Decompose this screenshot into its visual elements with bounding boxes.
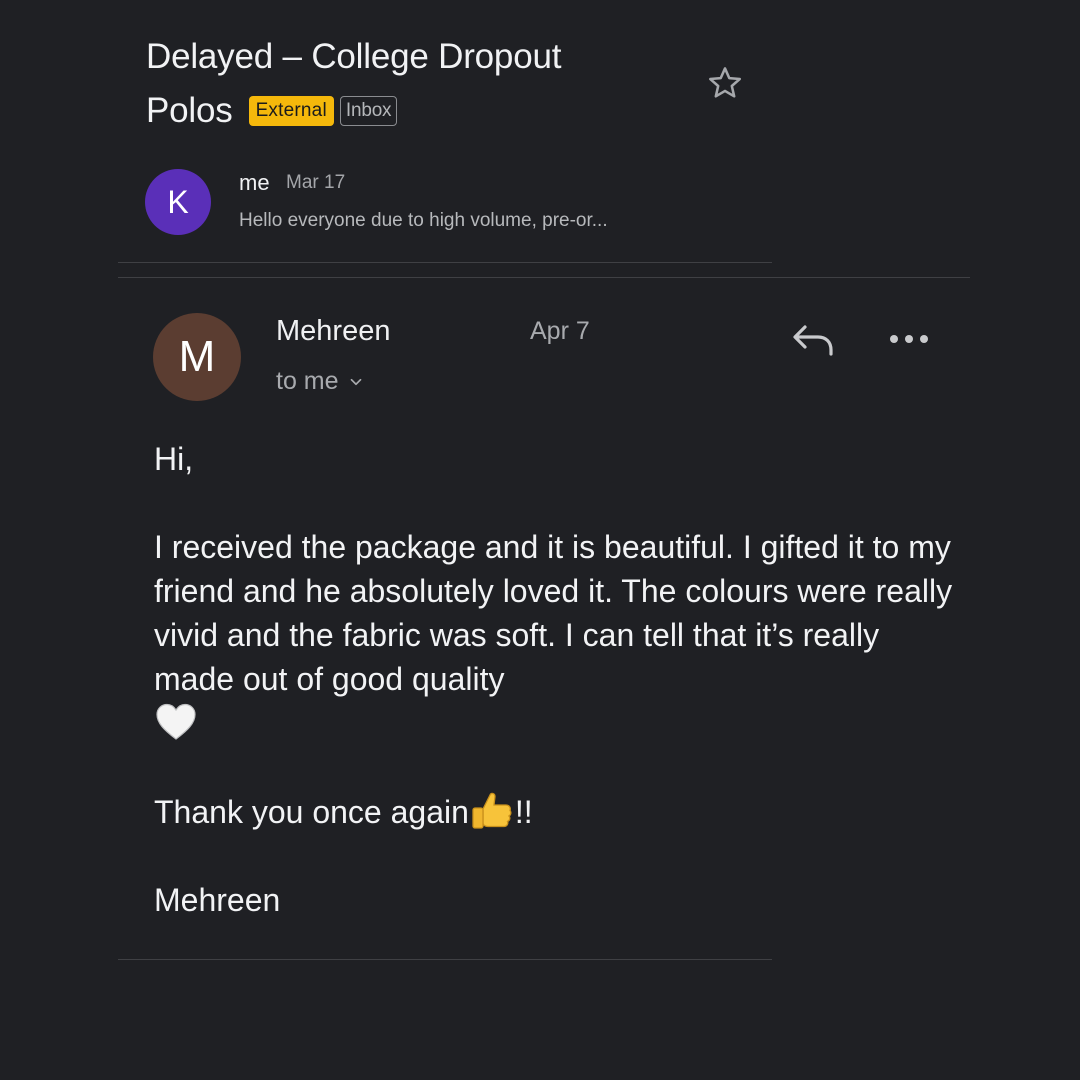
collapsed-date: Mar 17	[286, 172, 346, 193]
recipient-label: to me	[276, 367, 339, 395]
subject-line-2: Polos External Inbox	[146, 84, 686, 138]
body-paragraph-text: I received the package and it is beautif…	[154, 529, 953, 697]
more-icon[interactable]	[884, 322, 934, 356]
chevron-down-icon	[350, 378, 361, 385]
message-date: Apr 7	[530, 317, 590, 345]
thanks-suffix: !!	[514, 794, 533, 830]
avatar-letter: K	[167, 183, 189, 220]
divider	[118, 959, 772, 960]
subject-line-1: Delayed – College Dropout	[146, 37, 562, 76]
collapsed-snippet[interactable]: Hello everyone due to high volume, pre-o…	[239, 210, 608, 232]
message-body: Hi, I received the package and it is bea…	[154, 437, 954, 922]
avatar-letter: M	[178, 332, 216, 381]
sender-name[interactable]: Mehreen	[276, 315, 390, 348]
divider	[118, 262, 772, 263]
reply-icon[interactable]	[788, 318, 838, 362]
subject-line-2-text: Polos	[146, 91, 233, 130]
body-thanks: Thank you once again 👍!!	[154, 789, 954, 834]
inbox-label[interactable]: Inbox	[339, 96, 398, 126]
external-label[interactable]: External	[248, 96, 334, 126]
body-greeting: Hi,	[154, 441, 194, 477]
avatar[interactable]: K	[145, 169, 211, 235]
star-icon[interactable]	[706, 64, 744, 102]
body-signature: Mehreen	[154, 882, 281, 918]
white-heart-emoji-icon	[156, 703, 196, 740]
thread-subject: Delayed – College Dropout Polos External I…	[146, 30, 686, 138]
avatar[interactable]: M	[153, 313, 241, 401]
thumbs-up-emoji-icon	[472, 792, 512, 829]
collapsed-sender[interactable]: me	[239, 170, 270, 196]
body-paragraph: I received the package and it is beautif…	[154, 525, 954, 746]
divider	[118, 277, 970, 278]
recipient-details-toggle[interactable]: to me	[276, 367, 365, 396]
thanks-text: Thank you once again	[154, 794, 469, 830]
